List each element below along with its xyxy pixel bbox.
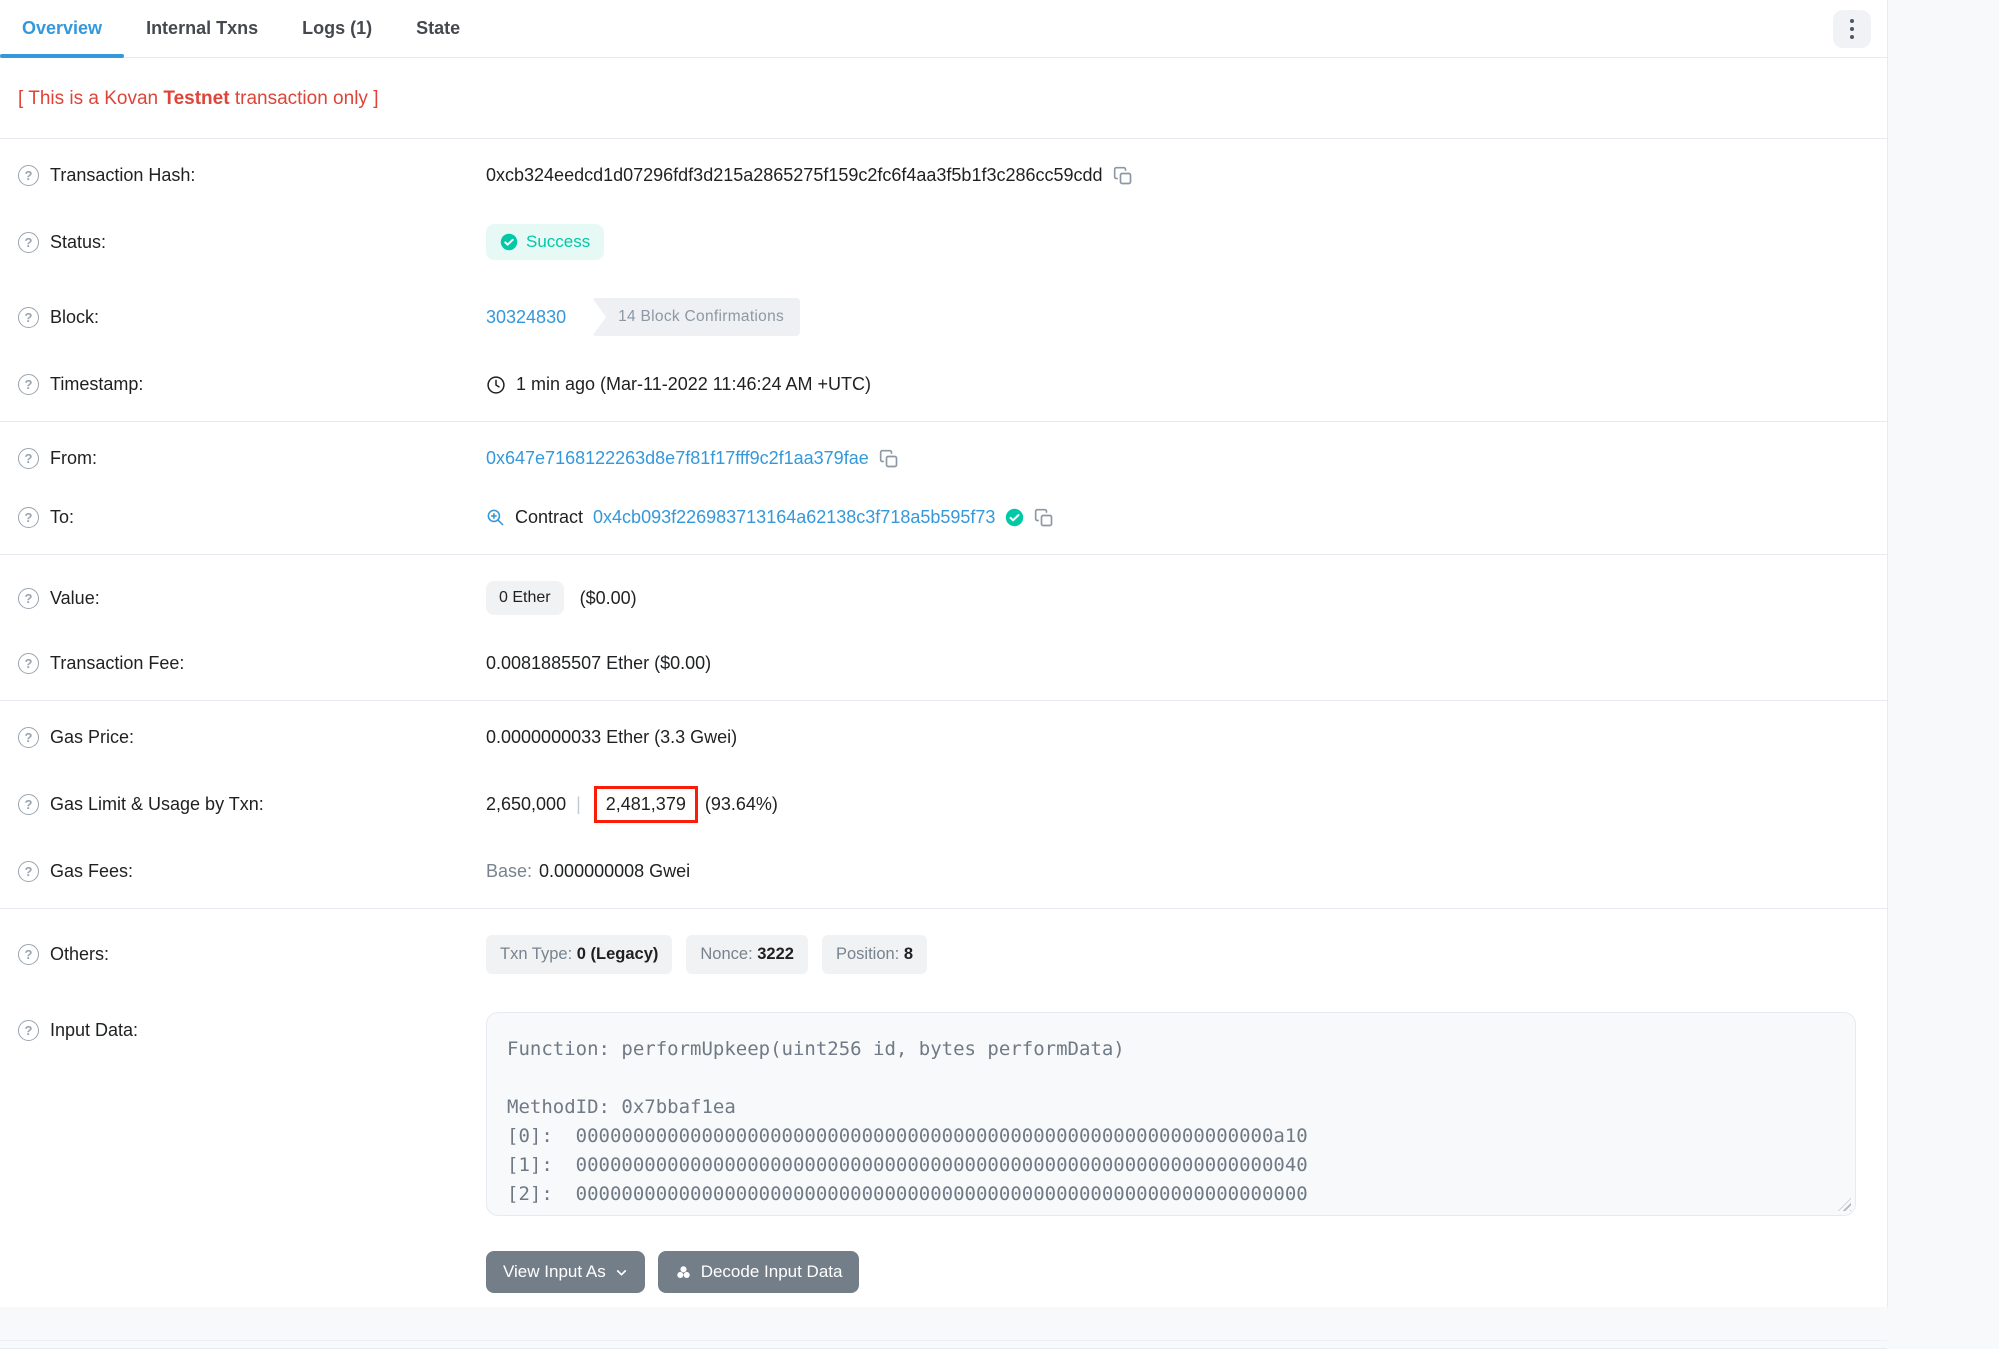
txn-type-badge: Txn Type: 0 (Legacy) <box>486 935 672 974</box>
row-value: ? Value: 0 Ether ($0.00) <box>0 562 1887 634</box>
from-address-link[interactable]: 0x647e7168122263d8e7f81f17fff9c2f1aa379f… <box>486 448 869 469</box>
magnifier-plus-icon[interactable] <box>486 508 505 527</box>
help-icon[interactable]: ? <box>18 232 39 253</box>
status-label: Status: <box>50 232 106 253</box>
clock-icon <box>486 375 506 395</box>
gas-used-percent: (93.64%) <box>705 794 778 815</box>
copy-to-address-button[interactable] <box>1034 508 1054 528</box>
tab-list: Overview Internal Txns Logs (1) State <box>0 0 482 57</box>
block-confirmations-badge: 14 Block Confirmations <box>592 298 800 336</box>
row-gas-price: ? Gas Price: 0.0000000033 Ether (3.3 Gwe… <box>0 708 1887 767</box>
timestamp-label: Timestamp: <box>50 374 143 395</box>
row-to: ? To: Contract 0x4cb093f226983713164a621… <box>0 488 1887 547</box>
gas-limit-value: 2,650,000 <box>486 794 566 815</box>
verified-check-icon <box>1005 508 1024 527</box>
decode-icon <box>675 1264 692 1281</box>
help-icon[interactable]: ? <box>18 448 39 469</box>
nonce-badge: Nonce: 3222 <box>686 935 808 974</box>
help-icon[interactable]: ? <box>18 374 39 395</box>
section-gas: ? Gas Price: 0.0000000033 Ether (3.3 Gwe… <box>0 701 1887 909</box>
gas-price-value: 0.0000000033 Ether (3.3 Gwei) <box>486 727 737 748</box>
more-options-button[interactable] <box>1833 10 1871 48</box>
timestamp-value: 1 min ago (Mar-11-2022 11:46:24 AM +UTC) <box>516 374 871 395</box>
tab-overview[interactable]: Overview <box>0 0 124 57</box>
gas-fees-base-value: 0.000000008 Gwei <box>539 861 690 882</box>
testnet-warning-section: [ This is a Kovan Testnet transaction on… <box>0 58 1887 139</box>
tab-state[interactable]: State <box>394 0 482 57</box>
resize-handle[interactable] <box>1838 1198 1851 1211</box>
gas-fees-base-label: Base: <box>486 861 532 882</box>
transaction-fee-label: Transaction Fee: <box>50 653 184 674</box>
gas-used-annotation-box: 2,481,379 <box>594 786 698 823</box>
input-data-actions: View Input As Decode Input Data <box>0 1235 1887 1293</box>
check-circle-icon <box>500 233 518 251</box>
section-value-fee: ? Value: 0 Ether ($0.00) ? Transaction F… <box>0 555 1887 701</box>
gas-used-value: 2,481,379 <box>606 794 686 814</box>
row-status: ? Status: Success <box>0 205 1887 279</box>
help-icon[interactable]: ? <box>18 307 39 328</box>
bottom-divider-space <box>0 1293 1887 1341</box>
transaction-details-card: Overview Internal Txns Logs (1) State [ … <box>0 0 1888 1307</box>
row-gas-fees: ? Gas Fees: Base: 0.000000008 Gwei <box>0 842 1887 901</box>
input-data-code: Function: performUpkeep(uint256 id, byte… <box>507 1035 1835 1209</box>
pipe-separator: | <box>576 794 581 815</box>
to-address-link[interactable]: 0x4cb093f226983713164a62138c3f718a5b595f… <box>593 507 995 528</box>
row-from: ? From: 0x647e7168122263d8e7f81f17fff9c2… <box>0 429 1887 488</box>
help-icon[interactable]: ? <box>18 794 39 815</box>
row-transaction-fee: ? Transaction Fee: 0.0081885507 Ether ($… <box>0 634 1887 693</box>
block-number-link[interactable]: 30324830 <box>486 307 566 328</box>
gas-limit-label: Gas Limit & Usage by Txn: <box>50 794 264 815</box>
status-value: Success <box>526 232 590 252</box>
block-label: Block: <box>50 307 99 328</box>
section-overview-top: ? Transaction Hash: 0xcb324eedcd1d07296f… <box>0 139 1887 422</box>
chevron-down-icon <box>615 1266 628 1279</box>
value-usd: ($0.00) <box>580 588 637 609</box>
tab-logs[interactable]: Logs (1) <box>280 0 394 57</box>
to-label: To: <box>50 507 74 528</box>
gas-price-label: Gas Price: <box>50 727 134 748</box>
help-icon[interactable]: ? <box>18 1020 39 1041</box>
ether-value-badge: 0 Ether <box>486 581 564 615</box>
status-badge: Success <box>486 224 604 260</box>
gas-fees-label: Gas Fees: <box>50 861 133 882</box>
row-block: ? Block: 30324830 14 Block Confirmations <box>0 279 1887 355</box>
decode-input-data-button[interactable]: Decode Input Data <box>658 1251 860 1293</box>
help-icon[interactable]: ? <box>18 165 39 186</box>
position-badge: Position: 8 <box>822 935 927 974</box>
from-label: From: <box>50 448 97 469</box>
tab-bar: Overview Internal Txns Logs (1) State <box>0 0 1887 58</box>
transaction-hash-value: 0xcb324eedcd1d07296fdf3d215a2865275f159c… <box>486 165 1103 186</box>
help-icon[interactable]: ? <box>18 944 39 965</box>
section-others-input: ? Others: Txn Type: 0 (Legacy) Nonce: 32… <box>0 909 1887 1349</box>
row-input-data: ? Input Data: Function: performUpkeep(ui… <box>0 993 1887 1235</box>
input-data-label: Input Data: <box>50 1020 138 1041</box>
row-gas-limit-usage: ? Gas Limit & Usage by Txn: 2,650,000 | … <box>0 767 1887 842</box>
help-icon[interactable]: ? <box>18 861 39 882</box>
transaction-fee-value: 0.0081885507 Ether ($0.00) <box>486 653 711 674</box>
copy-icon <box>879 449 899 469</box>
section-addresses: ? From: 0x647e7168122263d8e7f81f17fff9c2… <box>0 422 1887 555</box>
help-icon[interactable]: ? <box>18 653 39 674</box>
others-label: Others: <box>50 944 109 965</box>
to-contract-word: Contract <box>515 507 583 528</box>
value-label: Value: <box>50 588 100 609</box>
transaction-hash-label: Transaction Hash: <box>50 165 195 186</box>
kebab-menu-icon <box>1850 19 1854 23</box>
row-others: ? Others: Txn Type: 0 (Legacy) Nonce: 32… <box>0 916 1887 993</box>
help-icon[interactable]: ? <box>18 507 39 528</box>
copy-icon <box>1113 166 1133 186</box>
tab-internal-txns[interactable]: Internal Txns <box>124 0 280 57</box>
view-input-as-button[interactable]: View Input As <box>486 1251 645 1293</box>
row-timestamp: ? Timestamp: 1 min ago (Mar-11-2022 11:4… <box>0 355 1887 414</box>
help-icon[interactable]: ? <box>18 727 39 748</box>
row-transaction-hash: ? Transaction Hash: 0xcb324eedcd1d07296f… <box>0 146 1887 205</box>
copy-icon <box>1034 508 1054 528</box>
help-icon[interactable]: ? <box>18 588 39 609</box>
copy-from-address-button[interactable] <box>879 449 899 469</box>
input-data-textarea[interactable]: Function: performUpkeep(uint256 id, byte… <box>486 1012 1856 1216</box>
testnet-warning: [ This is a Kovan Testnet transaction on… <box>18 88 1869 110</box>
copy-txhash-button[interactable] <box>1113 166 1133 186</box>
